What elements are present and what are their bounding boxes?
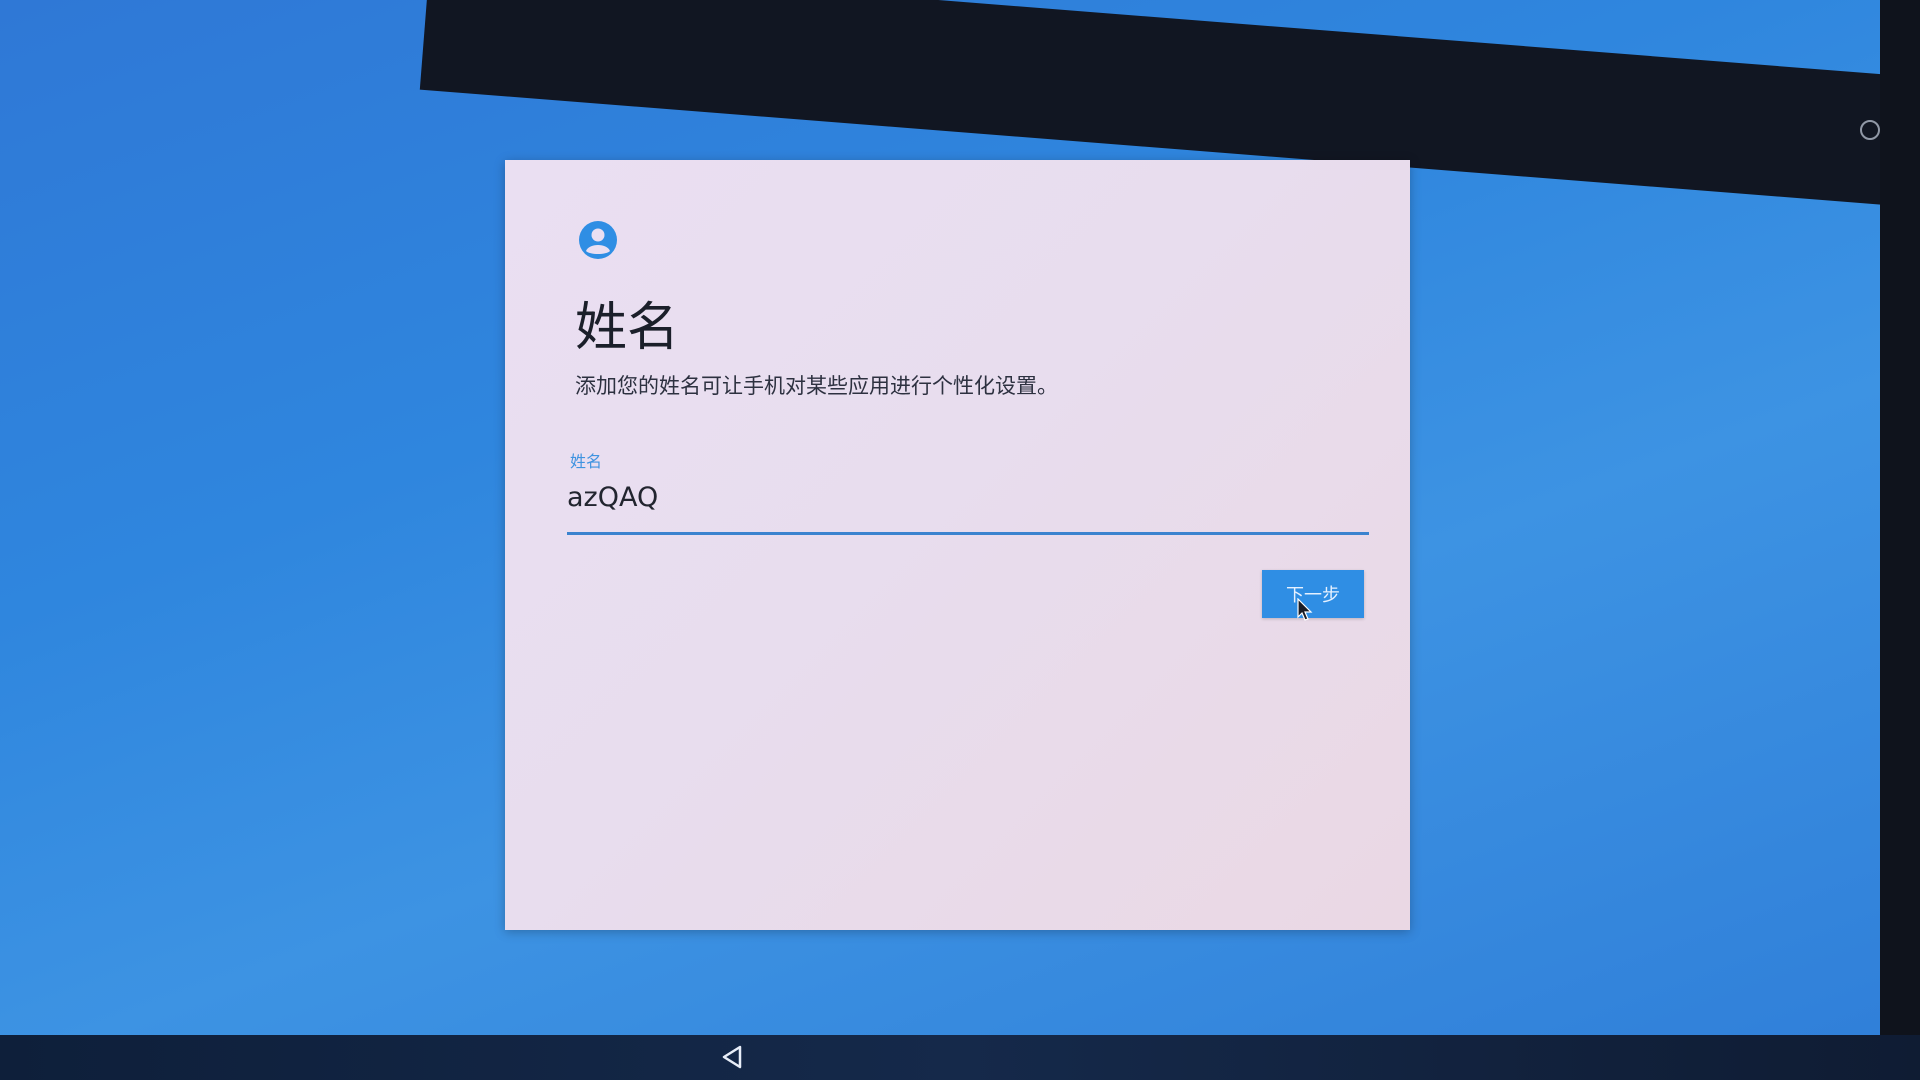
status-icon xyxy=(1860,120,1880,140)
navigation-bar xyxy=(0,1035,1920,1080)
setup-card: 姓名 添加您的姓名可让手机对某些应用进行个性化设置。 姓名 下一步 xyxy=(505,160,1410,930)
name-field-label: 姓名 xyxy=(570,452,603,471)
account-circle-icon xyxy=(579,221,617,259)
name-input[interactable] xyxy=(567,482,1367,513)
next-button[interactable]: 下一步 xyxy=(1262,570,1364,618)
monitor-bezel-right xyxy=(1880,0,1920,1080)
name-input-underline xyxy=(567,532,1369,535)
page-title: 姓名 xyxy=(575,298,680,358)
back-triangle-icon[interactable] xyxy=(718,1043,746,1071)
mouse-pointer-icon xyxy=(1297,598,1313,621)
page-description: 添加您的姓名可让手机对某些应用进行个性化设置。 xyxy=(575,374,1058,398)
android-screen: 姓名 添加您的姓名可让手机对某些应用进行个性化设置。 姓名 下一步 xyxy=(0,0,1920,1080)
